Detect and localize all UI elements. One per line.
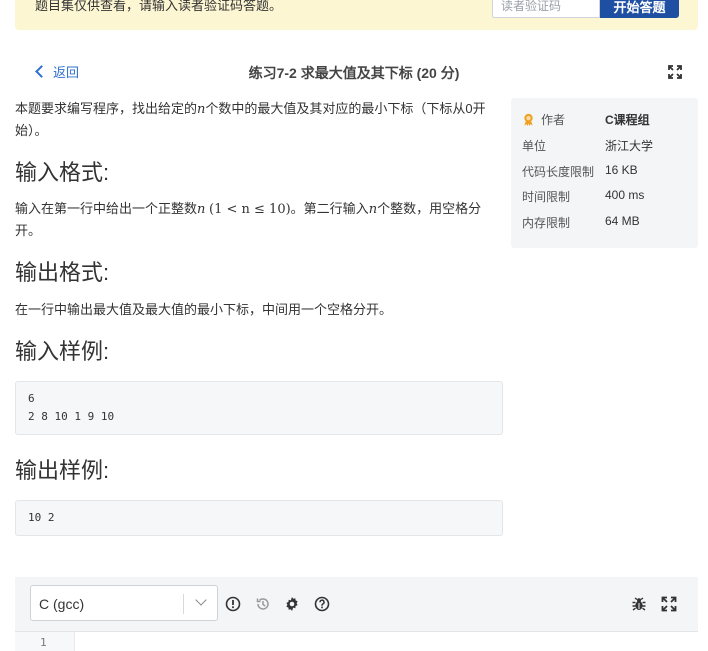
unit-label: 单位 xyxy=(522,139,547,153)
memory-limit-label: 内存限制 xyxy=(522,216,571,230)
bug-icon[interactable] xyxy=(631,596,647,612)
fullscreen-icon[interactable] xyxy=(668,65,682,79)
sample-output-block[interactable]: 10 2 xyxy=(15,500,503,536)
chevron-down-icon xyxy=(195,594,207,606)
award-icon xyxy=(524,113,533,126)
line-number-gutter: 1 xyxy=(15,632,75,651)
line-number: 1 xyxy=(40,636,47,649)
language-select[interactable]: C (gcc) xyxy=(30,585,218,621)
problem-intro: 本题要求编写程序，找出给定的n个数中的最大值及其对应的最小下标（下标从0开始）。 xyxy=(15,101,486,138)
info-icon[interactable] xyxy=(225,596,241,612)
notice-text: 题目集仅供查看，请输入读者验证码答题。 xyxy=(35,0,283,13)
sample-input-block[interactable]: 62 8 10 1 9 10 xyxy=(15,381,503,435)
time-limit-label: 时间限制 xyxy=(522,190,571,204)
output-format-text: 在一行中输出最大值及最大值的最小下标，中间用一个空格分开。 xyxy=(15,302,393,317)
back-label: 返回 xyxy=(53,65,80,80)
editor-fullscreen-icon[interactable] xyxy=(661,596,677,612)
history-icon[interactable] xyxy=(255,596,271,612)
chevron-left-icon xyxy=(35,65,48,78)
time-limit-value: 400 ms xyxy=(605,188,645,202)
code-length-value: 16 KB xyxy=(605,163,638,177)
select-divider xyxy=(183,594,184,614)
sample-input-heading: 输入样例: xyxy=(15,339,110,364)
start-answer-button[interactable]: 开始答题 xyxy=(600,0,679,18)
input-format-text: 输入在第一行中给出一个正整数n (1 < n ≤ 10)。第二行输入n个整数，用… xyxy=(15,201,482,238)
author-value: C课程组 xyxy=(605,113,650,127)
author-row: 作者 xyxy=(522,111,565,128)
unit-value: 浙江大学 xyxy=(605,139,654,153)
gear-icon[interactable] xyxy=(284,596,300,612)
problem-title: 练习7-2 求最大值及其下标 (20 分) xyxy=(248,65,460,81)
verification-code-input[interactable] xyxy=(492,0,600,18)
memory-limit-value: 64 MB xyxy=(605,214,640,228)
output-format-heading: 输出格式: xyxy=(15,260,110,285)
input-format-heading: 输入格式: xyxy=(15,160,110,185)
language-value: C (gcc) xyxy=(39,596,85,612)
back-link[interactable]: 返回 xyxy=(34,62,79,81)
code-length-label: 代码长度限制 xyxy=(522,165,595,179)
problem-content: 本题要求编写程序，找出给定的n个数中的最大值及其对应的最小下标（下标从0开始）。… xyxy=(15,98,503,536)
code-input-area[interactable]: 1 xyxy=(15,631,698,651)
code-editor-panel: C (gcc) 1 xyxy=(15,577,698,651)
sample-output-heading: 输出样例: xyxy=(15,458,110,483)
problem-info-card: 作者 C课程组 单位 浙江大学 代码长度限制 16 KB 时间限制 400 ms… xyxy=(511,98,698,248)
help-icon[interactable] xyxy=(314,596,330,612)
